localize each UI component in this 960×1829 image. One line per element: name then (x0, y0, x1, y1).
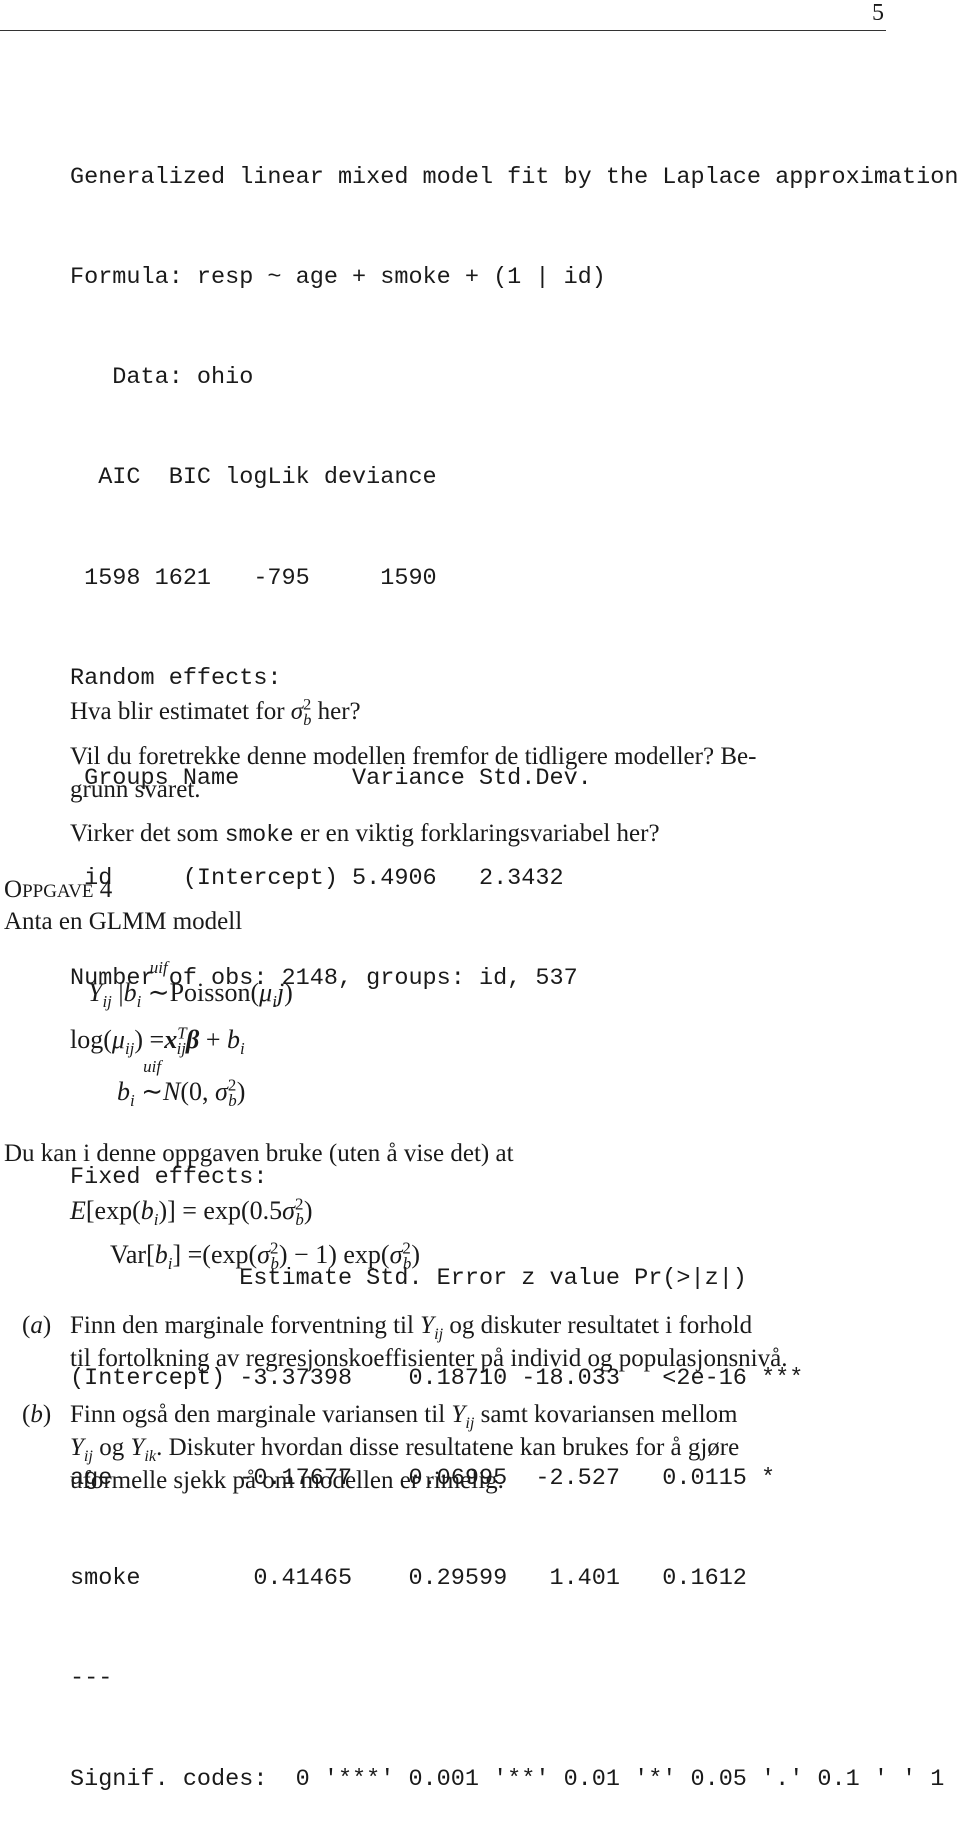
section-title: PPGAVE (22, 881, 94, 902)
fixed-effects-line: --- (70, 1665, 113, 1693)
item-text: . Diskuter hvordan disse resultatene kan… (156, 1434, 740, 1461)
item-text: til fortolkning av regresjonskoeffisient… (70, 1345, 788, 1372)
item-text: Finn også den marginale variansen til (70, 1401, 452, 1428)
section-title: O (4, 876, 23, 903)
code-smoke: smoke (224, 822, 294, 848)
log-label: log (70, 1025, 104, 1054)
r-output-line: Random effects: (70, 664, 282, 692)
r-output-block: Generalized linear mixed model fit by th… (70, 94, 958, 1829)
r-output-line: Formula: resp ~ age + smoke + (1 | id) (70, 264, 606, 292)
question-text: grunn svaret. (70, 776, 201, 803)
item-text: og diskuter resultatet i forhold (443, 1312, 753, 1339)
fixed-effects-line: smoke 0.41465 0.29599 1.401 0.1612 (70, 1565, 747, 1593)
question-text: her? (311, 698, 361, 725)
item-text: uformelle sjekk på om modellen er rimeli… (70, 1467, 504, 1494)
page-number: 5 (872, 0, 884, 26)
question-text: Vil du foretrekke denne modellen fremfor… (70, 743, 757, 770)
item-text: og (92, 1434, 131, 1461)
equation-link: log(μij) =xTijβ + bi (70, 1023, 245, 1059)
item-text: Finn den marginale forventning til (70, 1312, 421, 1339)
r-output-line: AIC BIC logLik deviance (70, 464, 437, 492)
question-sigma: Hva blir estimatet for σ2b her? (70, 695, 361, 729)
question-text: Virker det som (70, 820, 225, 847)
item-text: samt kovariansen mellom (474, 1401, 738, 1428)
equation-random-effect: bi uif ∼N(0, σ2b) (117, 1057, 246, 1111)
question-smoke: Virker det som smoke er en viktig forkla… (70, 817, 660, 852)
header-rule (0, 30, 886, 31)
r-output-line: Generalized linear mixed model fit by th… (70, 163, 959, 191)
equation-variance: Var[bi] =(exp(σ2b) − 1) exp(σ2b) (110, 1238, 420, 1274)
equation-expectation: E[exp(bi)] = exp(0.5σ2b) (70, 1194, 313, 1230)
r-output-line: id (Intercept) 5.4906 2.3432 (70, 865, 564, 893)
equation-poisson: Yij |bi uif ∼Poisson(μij) (88, 958, 293, 1012)
question-prefer-model: Vil du foretrekke denne modellen fremfor… (70, 740, 756, 806)
hint-text: Du kan i denne oppgaven bruke (uten å vi… (4, 1140, 514, 1167)
question-text: er en viktig forklaringsvariabel her? (293, 820, 660, 847)
uif-label: uif (149, 958, 168, 977)
question-text: Hva blir estimatet for (70, 698, 291, 725)
item-label: (b) (22, 1401, 52, 1428)
signif-codes-line: Signif. codes: 0 '***' 0.001 '**' 0.01 '… (70, 1765, 945, 1793)
poisson-label: Poisson (169, 978, 251, 1007)
r-output-line: 1598 1621 -795 1590 (70, 564, 437, 592)
item-label: (a) (22, 1312, 52, 1339)
r-output-line: Data: ohio (70, 364, 254, 392)
section-intro: Anta en GLMM modell (4, 908, 243, 935)
uif-label: uif (143, 1057, 162, 1076)
section-number: 4 (93, 876, 113, 903)
section-heading: OPPGAVE 4 (4, 873, 112, 908)
